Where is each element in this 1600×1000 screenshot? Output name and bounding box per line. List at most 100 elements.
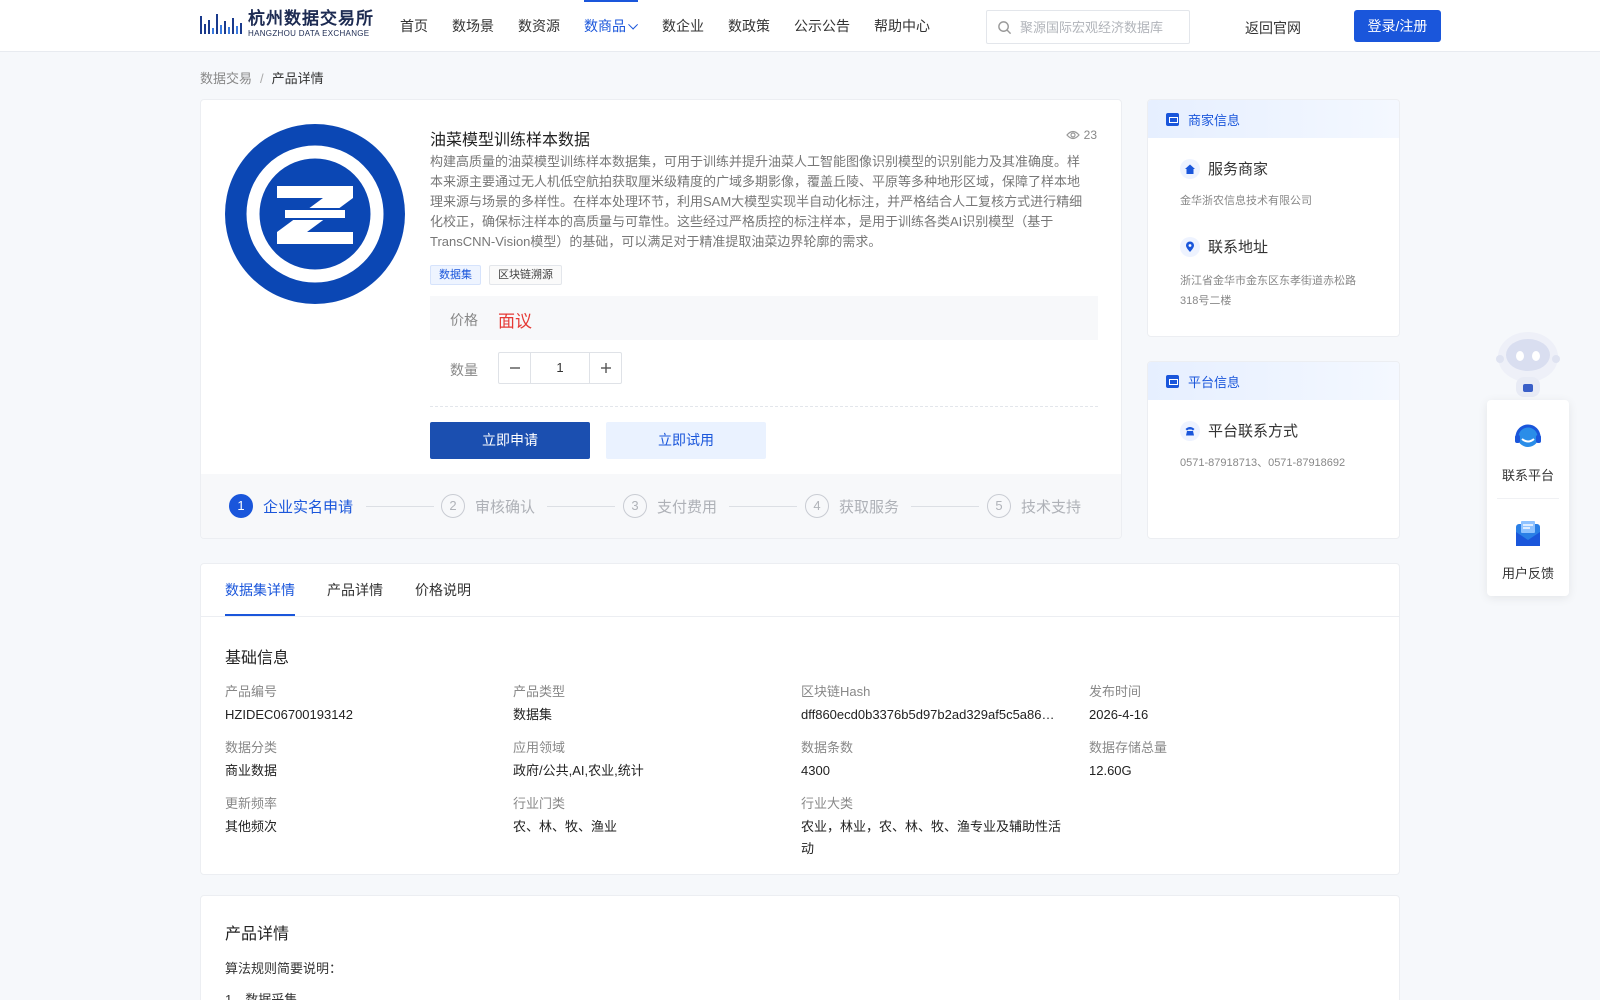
merchant-info-card: 商家信息 服务商家 金华浙农信息技术有限公司 联系地址 浙江省金华市金东区东孝街…: [1147, 99, 1400, 337]
service-merchant-name[interactable]: 金华浙农信息技术有限公司: [1180, 191, 1370, 211]
apply-now-button[interactable]: 立即申请: [430, 422, 590, 459]
step-connector: [729, 506, 797, 507]
breadcrumb-root[interactable]: 数据交易: [200, 71, 252, 86]
view-count-value: 23: [1083, 128, 1097, 142]
product-logo-icon: [225, 124, 405, 304]
tab-price-description[interactable]: 价格说明: [415, 564, 471, 616]
minus-icon: [509, 367, 520, 369]
step-label: 企业实名申请: [263, 498, 354, 516]
field-label: 产品编号: [225, 684, 278, 699]
field-value: 政府/公共,AI,农业,统计: [513, 763, 644, 778]
field-update-frequency: 更新频率 其他频次: [225, 794, 495, 838]
step-number: 4: [805, 494, 829, 518]
nav-scenes[interactable]: 数场景: [452, 0, 494, 52]
detail-tabs: 数据集详情 产品详情 价格说明: [225, 564, 503, 616]
tag-dataset: 数据集: [430, 265, 481, 285]
nav-announcements[interactable]: 公示公告: [794, 0, 850, 52]
field-record-count: 数据条数 4300: [801, 738, 1071, 782]
product-detail-title: 产品详情: [225, 926, 290, 943]
field-publish-date: 发布时间 2026-4-16: [1089, 682, 1359, 726]
step-number: 3: [623, 494, 647, 518]
breadcrumb-current: 产品详情: [271, 71, 324, 86]
phone-icon: [1180, 420, 1200, 441]
plus-icon: [600, 363, 611, 373]
platform-phone-numbers: 0571-87918713、0571-87918692: [1180, 457, 1346, 469]
step-label: 技术支持: [1021, 498, 1082, 516]
field-industry-section: 行业门类 农、林、牧、渔业: [513, 794, 783, 838]
field-label: 数据条数: [801, 740, 854, 755]
field-label: 发布时间: [1089, 684, 1142, 699]
nav-resources[interactable]: 数资源: [518, 0, 560, 52]
step-label: 支付费用: [657, 498, 718, 516]
quantity-stepper: 1: [498, 352, 622, 384]
nav-policies[interactable]: 数政策: [728, 0, 770, 52]
shop-icon: [1166, 112, 1179, 126]
tab-product-details[interactable]: 产品详情: [327, 564, 383, 616]
step-label: 获取服务: [839, 498, 900, 516]
merchant-info-header: 商家信息: [1148, 100, 1399, 138]
field-product-type: 产品类型 数据集: [513, 682, 783, 726]
field-value: 12.60G: [1089, 763, 1132, 778]
field-value: dff860ecd0b3376b5d97b2ad329af5c5a86…: [801, 707, 1055, 722]
field-data-category: 数据分类 商业数据: [225, 738, 495, 782]
step-3: 3 支付费用: [623, 494, 717, 518]
field-blockchain-hash: 区块链Hash dff860ecd0b3376b5d97b2ad329af5c5…: [801, 682, 1071, 726]
chevron-down-icon: [628, 19, 639, 30]
top-header: 杭州数据交易所 HANGZHOU DATA EXCHANGE 首页 数场景 数资…: [0, 0, 1600, 52]
step-number: 5: [987, 494, 1011, 518]
product-detail-card: 产品详情 算法规则简要说明： 1、数据采集: [200, 895, 1400, 1000]
tabs-divider: [201, 616, 1399, 617]
logo-title: 杭州数据交易所: [248, 9, 374, 28]
contact-platform-label: 联系平台: [1501, 468, 1554, 483]
try-now-button[interactable]: 立即试用: [606, 422, 766, 459]
price-value: 面议: [498, 312, 532, 331]
contact-platform-button[interactable]: 联系平台: [1487, 420, 1569, 484]
breadcrumb: 数据交易 / 产品详情: [200, 68, 324, 87]
product-tags: 数据集 区块链溯源: [430, 265, 570, 285]
field-value: 农、林、牧、渔业: [513, 819, 618, 834]
back-to-homepage-link[interactable]: 返回官网: [1245, 18, 1301, 38]
field-label: 产品类型: [513, 684, 566, 699]
field-label: 数据分类: [225, 740, 278, 755]
site-logo[interactable]: 杭州数据交易所 HANGZHOU DATA EXCHANGE: [200, 10, 374, 38]
field-label: 行业大类: [801, 796, 854, 811]
quantity-label: 数量: [450, 362, 478, 378]
quantity-value[interactable]: 1: [530, 353, 590, 383]
step-number: 2: [441, 494, 465, 518]
tab-dataset-details[interactable]: 数据集详情: [225, 564, 295, 616]
platform-icon: [1166, 374, 1179, 388]
field-label: 数据存储总量: [1089, 740, 1168, 755]
nav-help[interactable]: 帮助中心: [874, 0, 930, 52]
basic-info-title: 基础信息: [225, 650, 290, 667]
home-icon: [1180, 158, 1200, 179]
contact-address: 联系地址 浙江省金华市金东区东孝街道赤松路318号二楼: [1180, 236, 1370, 311]
nav-products[interactable]: 数商品: [584, 0, 639, 52]
decrease-button[interactable]: [499, 353, 530, 383]
field-product-id: 产品编号 HZIDEC06700193142: [225, 682, 495, 726]
field-value: HZIDEC06700193142: [225, 707, 353, 722]
nav-enterprises[interactable]: 数企业: [662, 0, 704, 52]
product-title: 油菜模型训练样本数据: [430, 132, 591, 149]
field-value: 数据集: [513, 707, 553, 722]
nav-products-label: 数商品: [584, 18, 626, 34]
nav-home[interactable]: 首页: [400, 0, 428, 52]
user-feedback-button[interactable]: 用户反馈: [1487, 518, 1569, 582]
dataset-details-card: 数据集详情 产品详情 价格说明 基础信息 产品编号 HZIDEC06700193…: [200, 563, 1400, 875]
field-value: 其他频次: [225, 819, 278, 834]
headset-icon: [1515, 424, 1541, 447]
step-connector: [911, 506, 979, 507]
field-value: 农业，林业，农、林、牧、渔专业及辅助性活动: [801, 819, 1062, 856]
step-4: 4 获取服务: [805, 494, 899, 518]
product-card: 油菜模型训练样本数据 23 构建高质量的油菜模型训练样本数据集，可用于训练并提升…: [200, 99, 1122, 539]
increase-button[interactable]: [590, 353, 621, 383]
login-register-button[interactable]: 登录/注册: [1354, 10, 1441, 42]
logo-mark-icon: [200, 10, 244, 38]
search-input[interactable]: [1020, 19, 1180, 35]
logo-subtitle: HANGZHOU DATA EXCHANGE: [248, 29, 370, 38]
field-storage-size: 数据存储总量 12.60G: [1089, 738, 1359, 782]
assistant-robot-icon[interactable]: [1490, 325, 1566, 401]
step-1: 1 企业实名申请: [229, 494, 353, 518]
search-box[interactable]: [986, 10, 1190, 44]
contact-address-title: 联系地址: [1208, 239, 1269, 256]
field-label: 更新频率: [225, 796, 278, 811]
